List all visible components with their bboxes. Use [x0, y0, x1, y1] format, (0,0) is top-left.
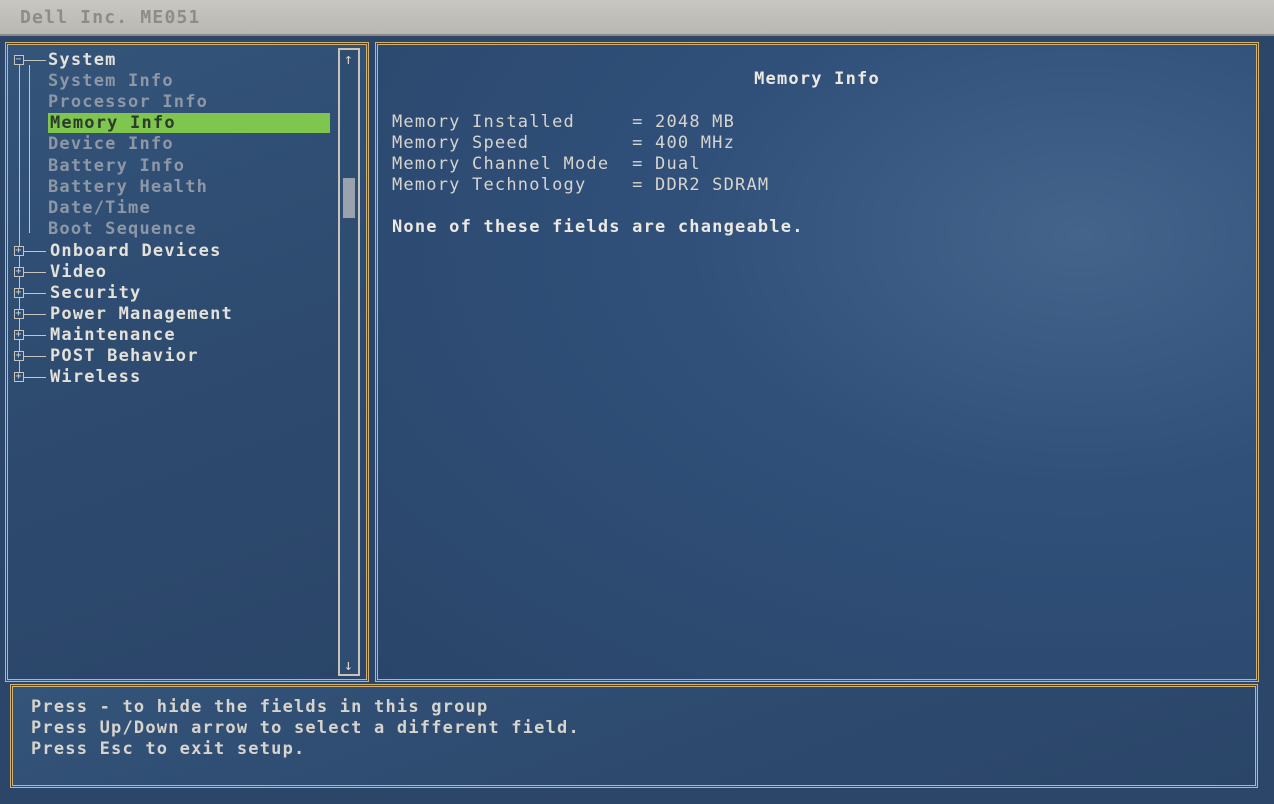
tree-branch	[24, 272, 46, 273]
help-line-hide: Press - to hide the fields in this group	[31, 697, 489, 717]
tree-item-video[interactable]: Video	[50, 262, 107, 282]
field-value: = 400 MHz	[632, 133, 736, 153]
bios-screen: − System System Info Processor Info Memo…	[0, 36, 1274, 804]
tree-branch	[24, 377, 46, 378]
window-title: Dell Inc. ME051	[20, 7, 201, 28]
tree-branch	[24, 293, 46, 294]
tree-branch	[24, 251, 46, 252]
plus-box-icon[interactable]: +	[14, 351, 24, 361]
field-label: Memory Speed	[392, 133, 633, 153]
field-label: Memory Channel Mode	[392, 154, 633, 174]
window-title-bar: Dell Inc. ME051	[0, 0, 1274, 36]
detail-title: Memory Info	[754, 69, 880, 89]
tree-item-maintenance[interactable]: Maintenance	[50, 325, 176, 345]
tree-item-device-info[interactable]: Device Info	[48, 134, 174, 154]
help-line-navigate: Press Up/Down arrow to select a differen…	[31, 718, 580, 738]
field-label: Memory Technology	[392, 175, 633, 195]
minus-box-icon[interactable]: −	[14, 55, 24, 65]
tree-item-boot-sequence[interactable]: Boot Sequence	[48, 219, 197, 239]
setup-menu-panel: − System System Info Processor Info Memo…	[5, 42, 369, 682]
scrollbar-thumb[interactable]	[343, 178, 355, 218]
plus-box-icon[interactable]: +	[14, 246, 24, 256]
field-memory-technology: Memory Technology = DDR2 SDRAM	[392, 175, 769, 195]
field-value: = Dual	[632, 154, 701, 174]
tree-item-memory-info[interactable]: Memory Info	[48, 113, 330, 133]
plus-box-icon[interactable]: +	[14, 288, 24, 298]
tree-item-system-info[interactable]: System Info	[48, 71, 174, 91]
tree-branch	[24, 314, 46, 315]
menu-scrollbar[interactable]: ↑ ↓	[338, 48, 360, 676]
help-line-exit: Press Esc to exit setup.	[31, 739, 306, 759]
field-value: = DDR2 SDRAM	[632, 175, 770, 195]
tree-item-power-management[interactable]: Power Management	[50, 304, 233, 324]
tree-item-post-behavior[interactable]: POST Behavior	[50, 346, 199, 366]
plus-box-icon[interactable]: +	[14, 330, 24, 340]
tree-item-processor-info[interactable]: Processor Info	[48, 92, 208, 112]
tree-branch	[24, 335, 46, 336]
tree-item-onboard-devices[interactable]: Onboard Devices	[50, 241, 222, 261]
arrow-up-icon[interactable]: ↑	[340, 50, 358, 68]
tree-item-battery-health[interactable]: Battery Health	[48, 177, 208, 197]
tree-children-line	[29, 65, 30, 233]
help-panel: Press - to hide the fields in this group…	[10, 684, 1258, 788]
tree-item-wireless[interactable]: Wireless	[50, 367, 141, 387]
plus-box-icon[interactable]: +	[14, 372, 24, 382]
plus-box-icon[interactable]: +	[14, 309, 24, 319]
tree-item-system[interactable]: System	[48, 50, 117, 70]
field-value: = 2048 MB	[632, 112, 736, 132]
field-memory-installed: Memory Installed = 2048 MB	[392, 112, 735, 132]
tree-item-date-time[interactable]: Date/Time	[48, 198, 151, 218]
field-label: Memory Installed	[392, 112, 633, 132]
tree-branch	[24, 60, 46, 61]
detail-panel: Memory Info Memory Installed = 2048 MB M…	[375, 42, 1259, 682]
arrow-down-icon[interactable]: ↓	[340, 656, 358, 674]
field-memory-speed: Memory Speed = 400 MHz	[392, 133, 735, 153]
fields-note: None of these fields are changeable.	[392, 217, 804, 237]
tree-item-battery-info[interactable]: Battery Info	[48, 156, 185, 176]
tree-branch	[24, 356, 46, 357]
tree-item-security[interactable]: Security	[50, 283, 141, 303]
plus-box-icon[interactable]: +	[14, 267, 24, 277]
field-memory-channel-mode: Memory Channel Mode = Dual	[392, 154, 701, 174]
